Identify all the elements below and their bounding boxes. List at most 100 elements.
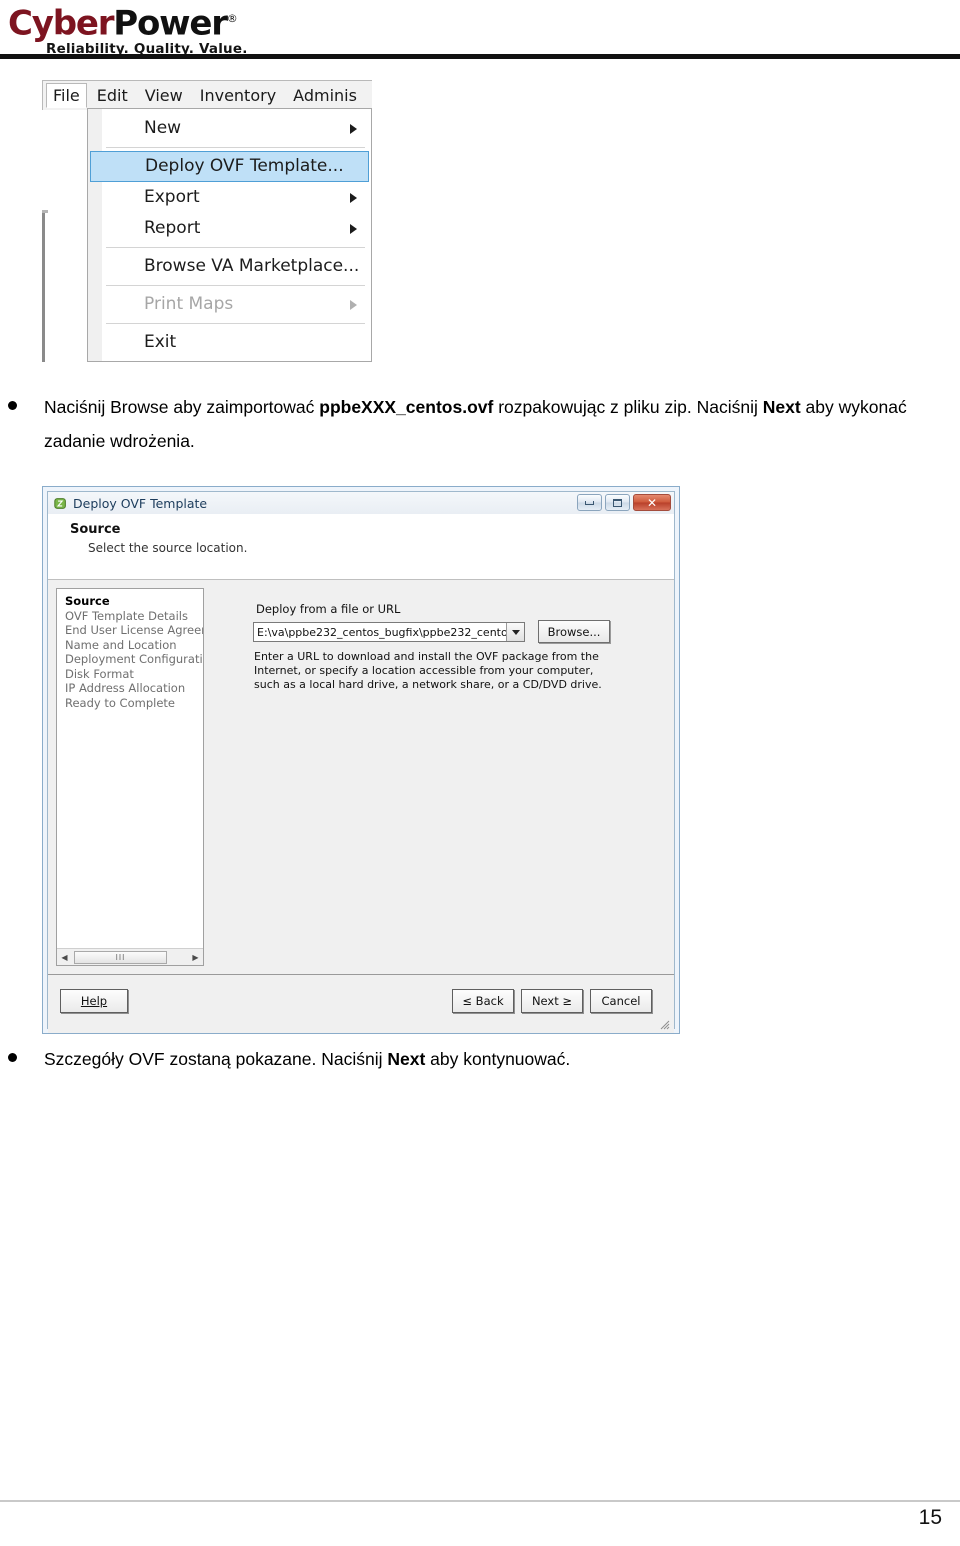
menu-item-exit-label: Exit [144,332,177,352]
scroll-left-arrow-icon[interactable]: ◀ [57,950,72,965]
dialog-step-subtitle: Select the source location. [88,541,248,555]
wizard-step-ip-address-allocation[interactable]: IP Address Allocation [65,681,203,696]
menu-bar: File Edit View Inventory Adminis [42,80,372,110]
menu-item-browse-va-marketplace-label: Browse VA Marketplace... [144,256,360,276]
minimize-icon [585,500,594,505]
menubar-item-administration[interactable]: Adminis [286,83,364,108]
left-margin-rule [0,62,2,1500]
resize-grip-icon[interactable] [658,1018,670,1030]
menu-item-print-maps-label: Print Maps [144,294,234,314]
deploy-ovf-template-dialog: Deploy OVF Template ✕ Source Select the … [42,486,680,1034]
menubar-item-file[interactable]: File [46,83,87,108]
menu-item-report-label: Report [144,218,201,238]
dialog-body: Source OVF Template Details End User Lic… [48,580,674,974]
dialog-title: Deploy OVF Template [73,495,208,511]
scrollbar-thumb[interactable]: III [74,950,167,964]
instruction-bullet-1: Naciśnij Browse aby zaimportować ppbeXXX… [8,390,938,458]
horizontal-scrollbar[interactable]: ◀ III ▶ [57,948,203,965]
header-divider [0,54,960,59]
menu-separator [106,323,365,324]
para2-bold-next: Next [387,1049,426,1069]
menu-item-report[interactable]: Report [88,213,371,244]
scrollbar-track[interactable]: III [72,950,188,965]
para1-bold-filename: ppbeXXX_centos.ovf [319,397,494,417]
bullet-point-icon [8,1053,17,1062]
maximize-button[interactable] [605,494,630,511]
maximize-icon [613,498,622,507]
bullet-point-icon [8,401,17,410]
para2-part2: aby kontynuować. [425,1049,571,1069]
submenu-arrow-icon [350,123,357,134]
scroll-right-arrow-icon[interactable]: ▶ [188,950,203,965]
menu-item-deploy-ovf-template[interactable]: Deploy OVF Template... [90,151,369,182]
wizard-step-name-and-location[interactable]: Name and Location [65,638,203,653]
para1-part2: rozpakowując z pliku zip. Naciśnij [493,397,763,417]
window-controls: ✕ [577,494,671,511]
menubar-item-view[interactable]: View [138,83,190,108]
menu-left-edge-tick [42,210,48,213]
wizard-step-ovf-template-details[interactable]: OVF Template Details [65,609,203,624]
menubar-item-edit[interactable]: Edit [90,83,135,108]
logo-power-text: Power [113,3,228,44]
browse-button[interactable]: Browse... [538,620,610,643]
footer-divider [0,1500,960,1502]
help-button-label: Help [80,994,108,1008]
registered-trademark-icon: ® [226,12,238,25]
close-button[interactable]: ✕ [633,494,671,511]
source-content-panel: Deploy from a file or URL E:\va\ppbe232_… [208,588,666,966]
menu-separator [106,285,365,286]
wizard-step-ready-to-complete[interactable]: Ready to Complete [65,696,203,711]
page-header: CyberPower® Reliability. Quality. Value. [0,0,960,62]
menu-item-new[interactable]: New [88,113,371,144]
dialog-step-title: Source [70,522,121,537]
cyberpower-logo: CyberPower® Reliability. Quality. Value. [8,2,248,57]
submenu-arrow-icon [350,299,357,310]
menu-item-browse-va-marketplace[interactable]: Browse VA Marketplace... [88,251,371,282]
menu-item-export-label: Export [144,187,200,207]
para1-part1: Naciśnij Browse aby zaimportować [44,397,320,417]
dialog-footer: Help ≤ Back Next ≥ Cancel [48,974,674,1033]
ovf-template-icon [54,497,66,509]
wizard-step-end-user-license-agreement[interactable]: End User License Agreement [65,623,203,638]
source-help-text: Enter a URL to download and install the … [254,650,602,691]
instruction-bullet-2: Szczegóły OVF zostaną pokazane. Naciśnij… [8,1042,908,1076]
minimize-button[interactable] [577,494,602,511]
menubar-item-inventory[interactable]: Inventory [193,83,283,108]
menu-item-exit[interactable]: Exit [88,327,371,358]
menu-item-export[interactable]: Export [88,182,371,213]
vsphere-file-menu-screenshot: File Edit View Inventory Adminis New Dep… [42,80,372,368]
para2-part1: Szczegóły OVF zostaną pokazane. Naciśnij [44,1049,388,1069]
back-button[interactable]: ≤ Back [452,989,514,1013]
cancel-button[interactable]: Cancel [590,989,652,1013]
wizard-step-navigation: Source OVF Template Details End User Lic… [56,588,204,966]
dialog-titlebar[interactable]: Deploy OVF Template ✕ [48,492,674,514]
file-dropdown-menu: New Deploy OVF Template... Export Report… [87,108,372,362]
next-button[interactable]: Next ≥ [521,989,583,1013]
logo-cyber-text: Cyber [8,3,114,44]
wizard-step-disk-format[interactable]: Disk Format [65,667,203,682]
wizard-step-list: Source OVF Template Details End User Lic… [57,589,203,710]
submenu-arrow-icon [350,192,357,203]
para1-bold-next: Next [762,397,801,417]
dialog-header: Source Select the source location. [48,514,674,580]
deploy-from-label: Deploy from a file or URL [256,602,401,616]
menu-item-deploy-ovf-template-label: Deploy OVF Template... [145,156,344,176]
menu-separator [106,247,365,248]
path-dropdown-button[interactable] [506,623,524,641]
chevron-down-icon [511,629,520,635]
page-number: 15 [918,1506,942,1529]
instruction-bullet-1-text: Naciśnij Browse aby zaimportować ppbeXXX… [44,390,938,458]
source-path-combobox[interactable]: E:\va\ppbe232_centos_bugfix\ppbe232_cent… [253,622,525,642]
help-button[interactable]: Help [60,989,128,1013]
dialog-inner-frame: Deploy OVF Template ✕ Source Select the … [47,491,675,1033]
instruction-bullet-2-text: Szczegóły OVF zostaną pokazane. Naciśnij… [44,1042,908,1076]
menu-item-new-label: New [144,118,182,138]
wizard-step-deployment-configuration[interactable]: Deployment Configuration [65,652,203,667]
close-icon: ✕ [646,495,658,510]
menu-separator [106,147,365,148]
submenu-arrow-icon [350,223,357,234]
wizard-step-source[interactable]: Source [65,594,203,609]
source-path-value[interactable]: E:\va\ppbe232_centos_bugfix\ppbe232_cent… [254,626,506,639]
menu-item-print-maps: Print Maps [88,289,371,320]
logo-wordmark: CyberPower® [8,2,248,40]
